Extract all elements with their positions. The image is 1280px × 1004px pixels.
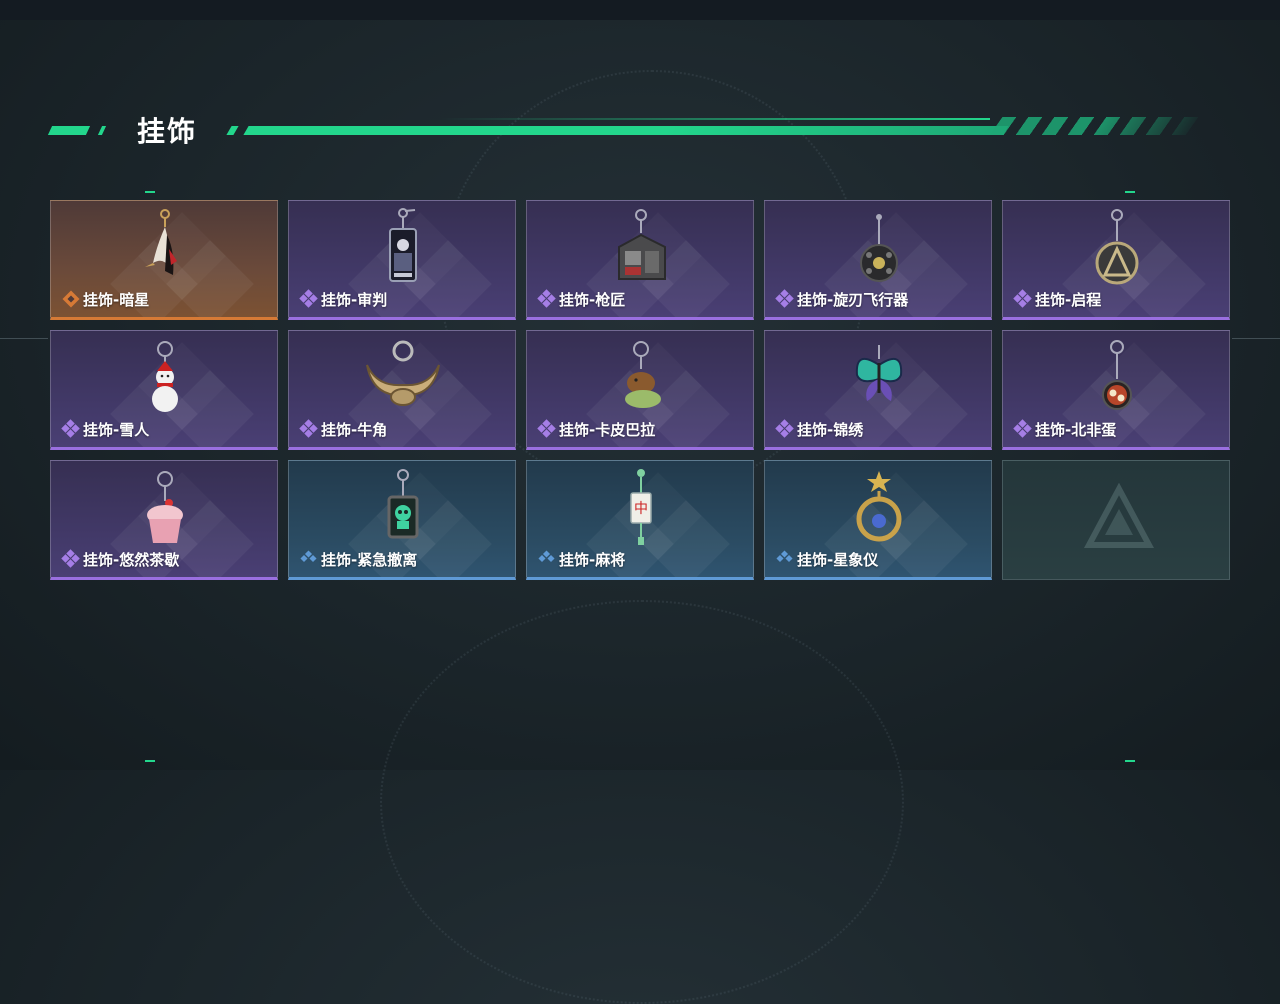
charm-card[interactable]: 挂饰-星象仪 (764, 460, 992, 580)
charm-label: 挂饰-启程 (1035, 291, 1102, 309)
workbench-charm-icon (591, 205, 691, 291)
header-checker-pattern (989, 117, 1207, 135)
mahjong-tile-charm-icon: 中 (591, 465, 691, 551)
charm-label: 挂饰-星象仪 (797, 551, 879, 569)
astrolabe-charm-icon (829, 465, 929, 551)
side-divider (1232, 338, 1280, 339)
rarity-purple-icon (299, 419, 319, 439)
charm-card[interactable]: 挂饰-旋刃飞行器 (764, 200, 992, 320)
top-bar (0, 0, 1280, 20)
rarity-blue-icon (775, 549, 795, 569)
rarity-purple-icon (299, 289, 319, 309)
header-accent-dash (47, 126, 91, 135)
charm-card[interactable]: 挂饰-北非蛋 (1002, 330, 1230, 450)
charm-label: 挂饰-雪人 (83, 421, 150, 439)
charm-label: 挂饰-麻将 (559, 551, 626, 569)
svg-text:中: 中 (634, 501, 648, 517)
medallion-charm-icon (1067, 205, 1167, 291)
charm-label: 挂饰-枪匠 (559, 291, 626, 309)
capybara-charm-icon (591, 335, 691, 421)
bull-horns-charm-icon (353, 335, 453, 421)
rarity-orange-icon (61, 289, 81, 309)
drone-charm-icon (829, 205, 929, 291)
charm-card[interactable]: 挂饰-启程 (1002, 200, 1230, 320)
side-divider (0, 338, 48, 339)
rarity-purple-icon (537, 289, 557, 309)
charm-label: 挂饰-旋刃飞行器 (797, 291, 909, 309)
rarity-blue-icon (537, 549, 557, 569)
charm-label: 挂饰-锦绣 (797, 421, 864, 439)
tarot-card-charm-icon (353, 205, 453, 291)
charm-label: 挂饰-暗星 (83, 291, 150, 309)
charm-label: 挂饰-卡皮巴拉 (559, 421, 656, 439)
charm-card[interactable]: 挂饰-卡皮巴拉 (526, 330, 754, 450)
rarity-purple-icon (537, 419, 557, 439)
charm-card[interactable]: 挂饰-审判 (288, 200, 516, 320)
rarity-blue-icon (299, 549, 319, 569)
corner-tick (1125, 191, 1135, 193)
charm-card[interactable]: 挂饰-锦绣 (764, 330, 992, 450)
rarity-purple-icon (775, 419, 795, 439)
corner-tick (145, 760, 155, 762)
charm-label: 挂饰-悠然茶歇 (83, 551, 180, 569)
charm-card[interactable]: 挂饰-暗星 (50, 200, 278, 320)
charm-label: 挂饰-北非蛋 (1035, 421, 1117, 439)
charm-card[interactable]: 挂饰-雪人 (50, 330, 278, 450)
corner-tick (145, 191, 155, 193)
snowman-charm-icon (115, 335, 215, 421)
corner-tick (1125, 760, 1135, 762)
header-accent-bar (243, 126, 1009, 135)
empty-slot (1002, 460, 1230, 580)
rarity-purple-icon (61, 549, 81, 569)
charm-card[interactable]: 挂饰-牛角 (288, 330, 516, 450)
charm-label: 挂饰-牛角 (321, 421, 388, 439)
decorative-arc (380, 600, 904, 1004)
skull-tag-charm-icon (353, 465, 453, 551)
rarity-purple-icon (1013, 419, 1033, 439)
game-logo-icon (1083, 483, 1155, 555)
charm-card[interactable]: 挂饰-枪匠 (526, 200, 754, 320)
cupcake-charm-icon (115, 465, 215, 551)
header-accent-dash (226, 126, 239, 135)
charm-label: 挂饰-紧急撤离 (321, 551, 418, 569)
butterfly-charm-icon (829, 335, 929, 421)
charm-card[interactable]: 挂饰-悠然茶歇 (50, 460, 278, 580)
charm-grid: 挂饰-暗星 挂饰-审判 挂饰-枪匠 挂饰-旋刃飞行器 挂饰-启程 挂饰-雪人 挂… (50, 200, 1230, 580)
rarity-purple-icon (61, 419, 81, 439)
charm-label: 挂饰-审判 (321, 291, 388, 309)
crane-charm-icon (115, 205, 215, 291)
shakshuka-charm-icon (1067, 335, 1167, 421)
header-thin-line (440, 118, 990, 120)
charm-card[interactable]: 中 挂饰-麻将 (526, 460, 754, 580)
header-accent-dash (97, 126, 107, 135)
section-header: 挂饰 (0, 104, 1280, 154)
rarity-purple-icon (775, 289, 795, 309)
rarity-purple-icon (1013, 289, 1033, 309)
section-title: 挂饰 (137, 115, 198, 148)
charm-card[interactable]: 挂饰-紧急撤离 (288, 460, 516, 580)
